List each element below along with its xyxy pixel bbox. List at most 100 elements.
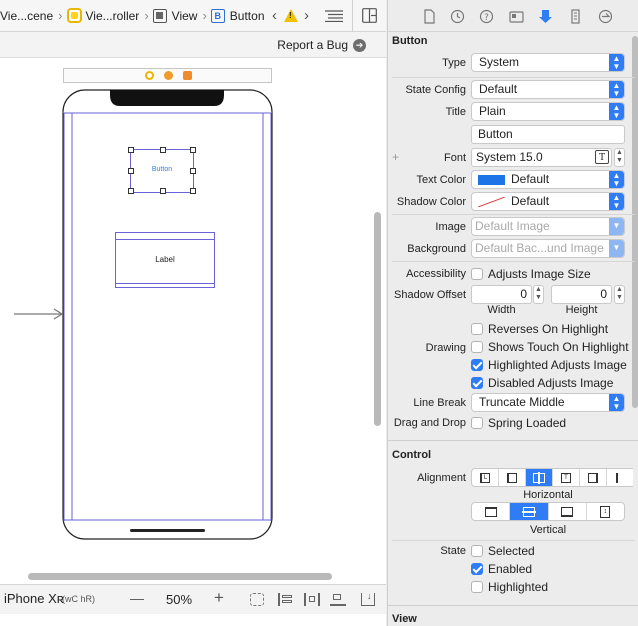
resize-handle[interactable] [128,147,134,153]
resize-handle[interactable] [190,147,196,153]
font-picker-icon[interactable]: T [595,150,609,164]
crumb-view-controller-label: Vie...roller [85,8,140,23]
canvas-horizontal-scrollbar[interactable] [28,573,332,580]
font-field[interactable]: System 15.0 T [471,148,612,167]
section-divider [388,605,638,606]
align-center-segment[interactable] [526,469,553,486]
chevron-right-icon[interactable]: › [304,7,309,24]
resize-handle[interactable] [190,188,196,194]
resize-handle[interactable] [160,147,166,153]
shadow-width-value: 0 [520,287,527,301]
align-middle-segment[interactable] [510,503,549,520]
align-middle-icon [521,506,536,517]
attributes-inspector-icon[interactable] [538,9,553,24]
resize-handle[interactable] [128,168,134,174]
align-icon[interactable] [304,593,320,606]
adjusts-image-size-checkbox[interactable] [471,268,483,280]
line-break-popup[interactable]: Truncate Middle ▲ ▼ [471,393,625,412]
shows-touch-checkbox[interactable] [471,341,483,353]
align-leading-icon [507,472,517,483]
device-name[interactable]: iPhone Xʀ [4,591,64,606]
shadow-width-stepper[interactable]: ▲ ▼ [533,285,544,304]
align-trailing-segment[interactable] [580,469,607,486]
drawing-label: Drawing [425,342,466,354]
crumb-button-label: Button [229,8,265,23]
type-popup[interactable]: System ▲ ▼ [471,53,625,72]
highlighted-adjusts-image-label: Highlighted Adjusts Image [488,358,627,372]
selected-checkbox[interactable] [471,545,483,557]
align-fill-segment[interactable] [607,469,633,486]
chevron-left-icon[interactable]: ‹ [272,7,277,24]
inspector-scrollbar[interactable] [632,36,638,408]
scene-dock[interactable] [63,68,272,83]
identity-inspector-icon[interactable] [509,9,524,24]
title-value: Plain [479,104,506,118]
shadow-height-value: 0 [600,287,607,301]
view-controller-dock-icon[interactable] [145,71,154,80]
selected-button[interactable]: Button [128,147,196,194]
resize-handle[interactable] [190,168,196,174]
image-combo[interactable]: Default Image ▼ [471,217,625,236]
align-right-text-segment[interactable]: T [553,469,580,486]
shadow-color-popup[interactable]: Default ▲ ▼ [471,192,625,211]
update-frames-icon[interactable] [250,593,264,606]
add-editor-icon[interactable] [362,8,377,23]
view-icon [152,8,167,23]
zoom-in-button[interactable]: + [214,588,224,608]
document-outline-icon[interactable] [325,10,343,22]
horizontal-alignment-control[interactable]: L T [471,468,633,487]
exit-icon[interactable] [183,71,192,80]
resize-handle[interactable] [160,188,166,194]
report-bug-link[interactable]: Report a Bug ➔ [277,38,366,52]
align-left-segment[interactable]: L [472,469,499,486]
zoom-out-button[interactable]: — [130,590,144,606]
enabled-checkbox[interactable] [471,563,483,575]
align-leading-segment[interactable] [499,469,526,486]
crumb-button[interactable]: B Button [210,8,265,23]
font-size-stepper[interactable]: ▲ ▼ [614,148,625,167]
design-area: Button Label [0,59,386,583]
crumb-scene[interactable]: Vie...cene [0,9,53,23]
text-color-popup[interactable]: Default ▲ ▼ [471,170,625,189]
align-bottom-segment[interactable] [549,503,587,520]
title-text-field[interactable]: Button [471,125,625,144]
quick-help-icon[interactable]: ? [479,9,494,24]
disabled-adjusts-image-label: Disabled Adjusts Image [488,376,614,390]
resize-handle[interactable] [128,188,134,194]
spring-loaded-checkbox[interactable] [471,417,483,429]
align-top-segment[interactable] [472,503,511,520]
canvas-vertical-scrollbar[interactable] [374,212,381,426]
label-guide [116,283,214,284]
history-inspector-icon[interactable] [450,9,465,24]
reverses-on-highlight-checkbox[interactable] [471,323,483,335]
button-b-icon: B [210,8,225,23]
state-config-popup[interactable]: Default ▲ ▼ [471,80,625,99]
add-constraints-icon[interactable] [330,593,346,606]
shadow-width-field[interactable]: 0 [471,285,532,304]
highlighted-checkbox[interactable] [471,581,483,593]
vertical-label: Vertical [529,524,567,536]
shadow-height-stepper[interactable]: ▲ ▼ [614,285,625,304]
first-responder-icon[interactable] [164,71,173,80]
vertical-alignment-control[interactable]: ↕ [471,502,625,521]
file-inspector-icon[interactable] [422,9,437,24]
label-view[interactable]: Label [115,232,215,288]
image-label: Image [435,221,466,233]
disabled-adjusts-image-checkbox[interactable] [471,377,483,389]
size-inspector-icon[interactable] [568,9,583,24]
chevron-right-icon: › [202,8,207,23]
button-section-title: Button [392,35,428,47]
resolve-autolayout-icon[interactable]: ↓ [361,591,375,606]
align-vertical-fill-segment[interactable]: ↕ [587,503,624,520]
highlighted-adjusts-image-checkbox[interactable] [471,359,483,371]
attributes-inspector: ? Button Type System ▲ ▼ State Config Defa… [387,0,638,626]
line-break-value: Truncate Middle [479,395,565,409]
title-popup[interactable]: Plain ▲ ▼ [471,102,625,121]
crumb-view[interactable]: View [152,8,197,23]
background-combo[interactable]: Default Bac...und Image ▼ [471,239,625,258]
connections-inspector-icon[interactable] [598,9,613,24]
zoom-level[interactable]: 50% [166,592,192,607]
embed-in-stack-icon[interactable] [278,593,292,606]
shadow-height-field[interactable]: 0 [551,285,612,304]
crumb-view-controller[interactable]: Vie...roller [66,8,140,23]
